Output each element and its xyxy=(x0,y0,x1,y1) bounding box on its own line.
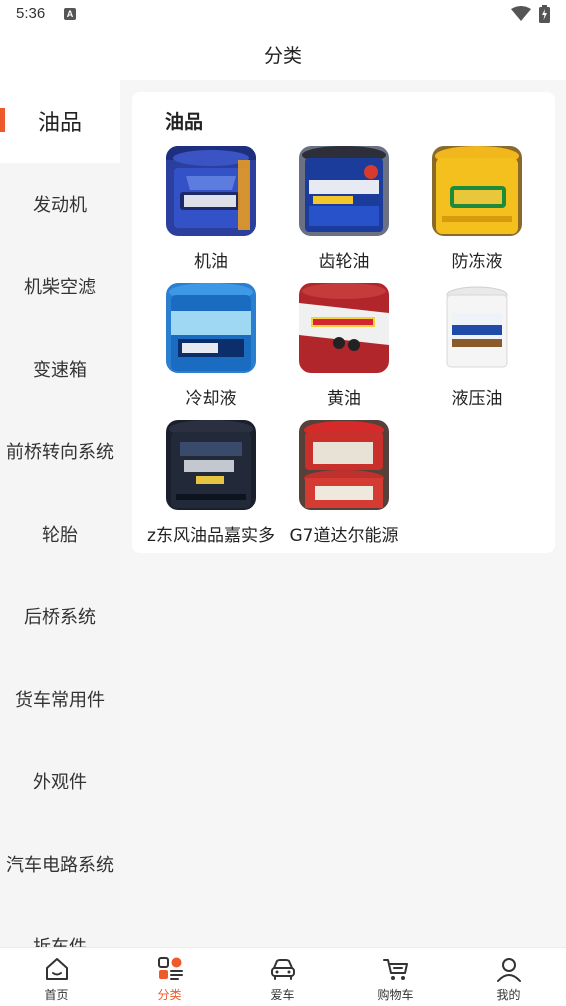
nav-label: 购物车 xyxy=(377,988,414,1002)
grid-item-grease[interactable]: 黄油 xyxy=(277,283,411,415)
grid-item-ck4-oil[interactable]: z东风油品嘉实多 xyxy=(144,420,278,552)
sidebar-item-label: 外观件 xyxy=(33,772,87,794)
sidebar-item-filters[interactable]: 机柴空滤 xyxy=(0,245,120,328)
sidebar-item-label: 拆车件 xyxy=(33,933,87,947)
status-time: 5:36 xyxy=(16,5,46,22)
nav-label: 我的 xyxy=(496,988,521,1002)
gear-oil-bucket-image xyxy=(299,146,389,236)
sidebar-item-truck-parts[interactable]: 货车常用件 xyxy=(0,658,120,741)
grid-item-label: 冷却液 xyxy=(185,389,237,409)
sidebar-item-label: 货车常用件 xyxy=(15,689,105,711)
category-icon xyxy=(158,957,183,980)
nav-label: 爱车 xyxy=(270,988,295,1002)
title-bar: 分类 xyxy=(0,30,566,80)
grid-item-label: 液压油 xyxy=(451,389,503,409)
grid-item-antifreeze[interactable]: 防冻液 xyxy=(410,146,544,278)
grid-item-engine-oil[interactable]: 机油 xyxy=(144,146,278,278)
sidebar-item-label: 前桥转向系统 xyxy=(6,442,114,464)
sidebar-item-label: 后桥系统 xyxy=(24,607,96,629)
home-icon xyxy=(46,958,68,980)
nav-home[interactable]: 首页 xyxy=(0,948,113,1006)
profile-icon xyxy=(497,958,521,982)
coolant-bucket-image xyxy=(166,283,256,373)
grid-item-total-oil[interactable]: G7道达尔能源 xyxy=(277,420,411,552)
sidebar-item-oil[interactable]: 油品 xyxy=(0,80,120,163)
wifi-icon xyxy=(511,6,531,21)
category-content: 油品 机油 齿轮油 防冻液 冷却液 黄油 液压油 z东风油品嘉实多 G7道达尔能… xyxy=(120,80,566,947)
ck4-oil-bucket-image xyxy=(166,420,256,510)
sidebar-item-label: 油品 xyxy=(37,111,82,137)
sidebar-item-rear-axle[interactable]: 后桥系统 xyxy=(0,575,120,658)
total-oil-bucket-image xyxy=(299,420,389,510)
grid-item-label: 机油 xyxy=(194,252,228,272)
subcategory-card: 油品 机油 齿轮油 防冻液 冷却液 黄油 液压油 z东风油品嘉实多 G7道达尔能… xyxy=(132,92,555,553)
nav-label: 首页 xyxy=(44,988,69,1002)
category-sidebar[interactable]: 油品 发动机 机柴空滤 变速箱 前桥转向系统 轮胎 后桥系统 货车常用件 外观件… xyxy=(0,80,120,947)
page-title: 分类 xyxy=(263,45,302,67)
nav-profile[interactable]: 我的 xyxy=(452,948,565,1006)
sidebar-item-engine[interactable]: 发动机 xyxy=(0,163,120,246)
sidebar-item-tires[interactable]: 轮胎 xyxy=(0,493,120,576)
grid-item-label: G7道达尔能源 xyxy=(289,526,399,546)
sidebar-item-label: 汽车电路系统 xyxy=(6,854,114,876)
grid-item-label: 齿轮油 xyxy=(318,252,370,272)
sidebar-item-front-axle-steering[interactable]: 前桥转向系统 xyxy=(0,410,120,493)
grid-item-coolant[interactable]: 冷却液 xyxy=(144,283,278,415)
sidebar-item-gearbox[interactable]: 变速箱 xyxy=(0,328,120,411)
sidebar-item-label: 轮胎 xyxy=(42,524,78,546)
nav-my-car[interactable]: 爱车 xyxy=(226,948,339,1006)
grid-item-label: 黄油 xyxy=(327,389,361,409)
engine-oil-bucket-image xyxy=(166,146,256,236)
grease-bucket-image xyxy=(299,283,389,373)
grid-item-label: z东风油品嘉实多 xyxy=(147,526,275,546)
nav-category[interactable]: 分类 xyxy=(113,948,226,1006)
car-icon xyxy=(271,959,295,980)
grid-item-hydraulic-oil[interactable]: 液压油 xyxy=(410,283,544,415)
sidebar-item-label: 变速箱 xyxy=(33,359,87,381)
hydraulic-oil-bucket-image xyxy=(432,283,522,373)
bottom-nav: 首页 分类 爱车 购物车 我的 xyxy=(0,947,566,1006)
sidebar-item-electrical[interactable]: 汽车电路系统 xyxy=(0,823,120,906)
sidebar-item-salvage[interactable]: 拆车件 xyxy=(0,905,120,947)
cart-icon xyxy=(383,959,408,980)
nav-label: 分类 xyxy=(157,988,182,1002)
antifreeze-bucket-image xyxy=(432,146,522,236)
grid-item-gear-oil[interactable]: 齿轮油 xyxy=(277,146,411,278)
sidebar-item-exterior[interactable]: 外观件 xyxy=(0,740,120,823)
sidebar-item-label: 发动机 xyxy=(33,194,87,216)
notification-icon: A xyxy=(64,8,76,20)
battery-icon xyxy=(539,5,550,23)
grid-item-label: 防冻液 xyxy=(451,252,503,272)
status-bar: 5:36 A xyxy=(0,0,566,30)
subcategory-title: 油品 xyxy=(165,111,204,133)
nav-cart[interactable]: 购物车 xyxy=(339,948,452,1006)
sidebar-item-label: 机柴空滤 xyxy=(24,277,96,299)
